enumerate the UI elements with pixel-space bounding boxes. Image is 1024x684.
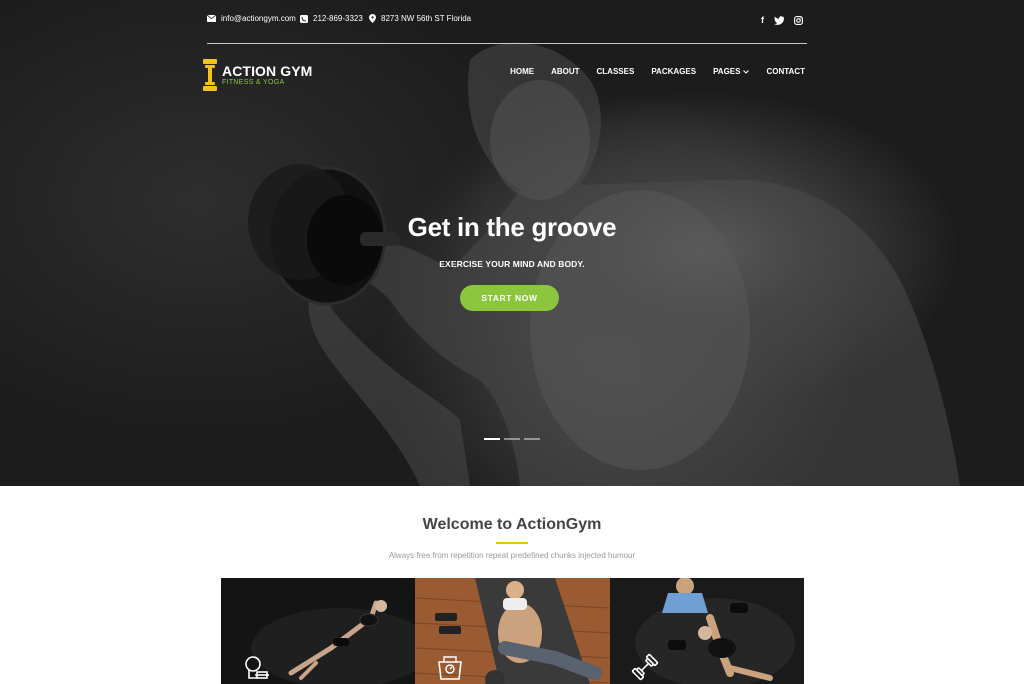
top-contact-bar: info@actiongym.com 212-869-3323 8273 NW … bbox=[207, 14, 807, 30]
instagram-icon[interactable] bbox=[794, 15, 803, 25]
envelope-icon bbox=[207, 15, 216, 22]
facebook-icon[interactable]: f bbox=[761, 14, 764, 26]
kettlebell-icon bbox=[245, 656, 269, 679]
feature-tiles bbox=[221, 578, 804, 684]
map-marker-icon bbox=[369, 14, 376, 23]
nav-contact[interactable]: CONTACT bbox=[766, 67, 805, 76]
chevron-down-icon bbox=[743, 69, 750, 74]
feature-tile-3[interactable] bbox=[609, 578, 804, 684]
site-logo[interactable]: ACTION GYM FITNESS & YOGA bbox=[201, 58, 331, 94]
scale-icon bbox=[438, 656, 463, 680]
slider-dot-1[interactable] bbox=[484, 438, 500, 440]
contact-address[interactable]: 8273 NW 56th ST Florida bbox=[369, 14, 471, 23]
contact-email[interactable]: info@actiongym.com bbox=[207, 14, 296, 23]
dumbbell-logo-icon bbox=[203, 59, 217, 91]
header-divider bbox=[207, 43, 807, 44]
welcome-underline bbox=[496, 542, 528, 544]
start-now-button[interactable]: START NOW bbox=[460, 285, 559, 311]
twitter-icon[interactable] bbox=[774, 15, 784, 25]
hero-title: Get in the groove bbox=[407, 212, 617, 242]
phone-text: 212-869-3323 bbox=[313, 14, 363, 23]
email-text: info@actiongym.com bbox=[221, 14, 296, 23]
hero-subtitle: EXERCISE YOUR MIND AND BODY. bbox=[439, 259, 585, 269]
dumbbell-icon bbox=[631, 653, 658, 681]
slider-dots bbox=[484, 438, 540, 440]
slider-dot-2[interactable] bbox=[504, 438, 520, 440]
slider-dot-3[interactable] bbox=[524, 438, 540, 440]
logo-tagline: FITNESS & YOGA bbox=[222, 79, 285, 86]
nav-packages[interactable]: PACKAGES bbox=[651, 67, 696, 76]
logo-title: ACTION GYM bbox=[222, 63, 313, 79]
phone-icon bbox=[300, 14, 308, 23]
hero-section: info@actiongym.com 212-869-3323 8273 NW … bbox=[0, 0, 1024, 486]
contact-phone[interactable]: 212-869-3323 bbox=[300, 14, 363, 23]
nav-pages[interactable]: PAGES bbox=[713, 67, 750, 76]
nav-home[interactable]: HOME bbox=[510, 67, 534, 76]
nav-pages-label: PAGES bbox=[713, 67, 741, 76]
main-nav: HOME ABOUT CLASSES PACKAGES PAGES CONTAC… bbox=[493, 67, 805, 76]
social-links: f bbox=[761, 14, 803, 26]
address-text: 8273 NW 56th ST Florida bbox=[381, 14, 472, 23]
feature-tile-1[interactable] bbox=[221, 578, 416, 684]
welcome-subtitle: Always free from repetition repeat prede… bbox=[388, 551, 636, 560]
feature-tile-2[interactable] bbox=[415, 578, 610, 684]
welcome-title: Welcome to ActionGym bbox=[422, 516, 602, 533]
nav-classes[interactable]: CLASSES bbox=[597, 67, 635, 76]
nav-about[interactable]: ABOUT bbox=[551, 67, 579, 76]
